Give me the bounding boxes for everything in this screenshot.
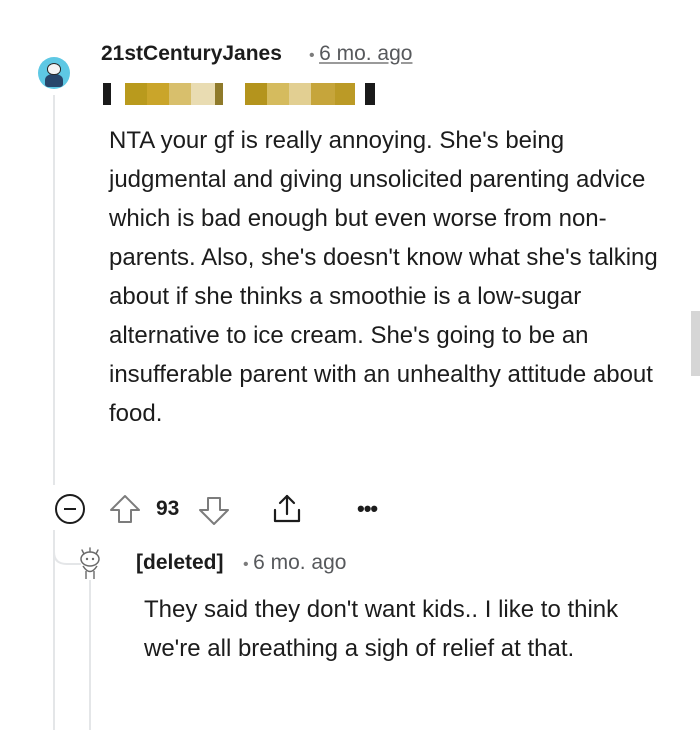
vote-count: 93: [156, 497, 180, 520]
comment-username[interactable]: 21stCenturyJanes: [101, 42, 282, 66]
thread-line-reply[interactable]: [89, 580, 91, 730]
meta-separator: •: [243, 556, 249, 573]
comment-meta: • 6 mo. ago: [309, 42, 412, 66]
downvote-arrow-icon[interactable]: [197, 495, 231, 527]
scrollbar-thumb[interactable]: [691, 311, 700, 376]
user-avatar[interactable]: [38, 57, 70, 89]
meta-separator: •: [309, 47, 315, 64]
comment-body: NTA your gf is really annoying. She's be…: [109, 127, 658, 427]
more-options-icon[interactable]: •••: [357, 496, 378, 522]
upvote-arrow-icon[interactable]: [108, 493, 142, 525]
share-icon[interactable]: [270, 492, 304, 526]
reply-meta: • 6 mo. ago: [243, 551, 346, 575]
deleted-user-avatar-icon: [80, 547, 100, 579]
reply-timestamp[interactable]: 6 mo. ago: [253, 551, 346, 574]
thread-line-main[interactable]: [53, 95, 55, 485]
reply-username[interactable]: [deleted]: [136, 551, 224, 575]
reply-body: They said they don't want kids.. I like …: [144, 596, 619, 662]
comment-timestamp[interactable]: 6 mo. ago: [319, 42, 412, 65]
censored-user-flair: [103, 83, 375, 105]
collapse-minus-icon[interactable]: [55, 494, 85, 524]
